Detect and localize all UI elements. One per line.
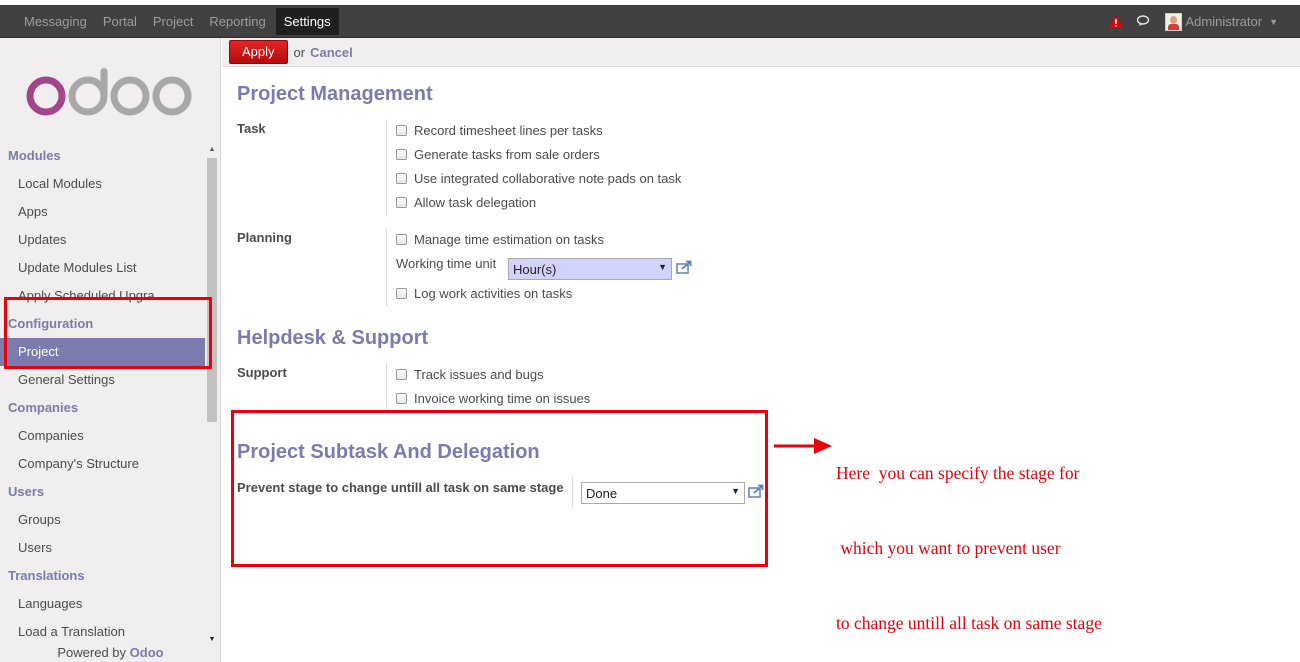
checkbox[interactable] (396, 393, 407, 404)
top-right-area: Administrator ▼ (1108, 5, 1278, 38)
cancel-link[interactable]: Cancel (310, 45, 353, 60)
option-label: Generate tasks from sale orders (414, 147, 600, 162)
sidebar-item-apply-scheduled-upgrades[interactable]: Apply Scheduled Upgra... (0, 282, 205, 310)
section-title-subtask: Project Subtask And Delegation (237, 441, 540, 463)
support-label: Support (237, 365, 287, 380)
user-name: Administrator (1185, 14, 1263, 29)
annotation-line: which you want to prevent user (836, 538, 1061, 558)
sidebar-item-company-structure[interactable]: Company's Structure (0, 450, 205, 478)
sidebar-item-update-modules-list[interactable]: Update Modules List (0, 254, 205, 282)
task-label: Task (237, 121, 266, 136)
option-label: Log work activities on tasks (414, 286, 573, 301)
prevent-stage-label: Prevent stage to change untill all task … (237, 480, 564, 495)
chat-icon[interactable] (1136, 14, 1151, 30)
menu-reporting[interactable]: Reporting (201, 5, 273, 38)
option-label: Invoice working time on issues (414, 391, 591, 406)
sidebar-section-modules: Modules (8, 148, 61, 163)
sidebar: Modules Local Modules Apps Updates Updat… (0, 38, 221, 662)
scrollbar-thumb[interactable] (207, 158, 217, 422)
option-label: Track issues and bugs (414, 367, 544, 382)
sidebar-section-configuration: Configuration (8, 316, 94, 331)
annotation-note: Here you can specify the stage for which… (836, 411, 1102, 661)
odoo-logo[interactable] (26, 68, 194, 123)
arrow-right-icon (774, 438, 832, 454)
menu-project[interactable]: Project (145, 5, 201, 38)
annotation-line: Here you can specify the stage for (836, 463, 1080, 483)
menu-messaging[interactable]: Messaging (0, 5, 95, 38)
settings-form: Project Management Task Record timesheet… (222, 67, 1300, 662)
action-bar: Apply or Cancel (222, 38, 1300, 67)
powered-by: Powered by Odoo (0, 645, 221, 660)
sidebar-item-general-settings[interactable]: General Settings (0, 366, 205, 394)
option-track-issues[interactable]: Track issues and bugs (396, 367, 544, 382)
sidebar-scrollbar[interactable]: ▲ ▼ (206, 144, 218, 646)
external-link-icon[interactable] (676, 260, 692, 277)
sidebar-item-languages[interactable]: Languages (0, 590, 205, 618)
checkbox[interactable] (396, 369, 407, 380)
avatar (1164, 12, 1182, 31)
divider (572, 476, 573, 508)
annotation-line: to change untill all task on same stage (836, 613, 1102, 633)
chevron-down-icon: ▼ (731, 486, 740, 496)
chevron-down-icon: ▼ (658, 262, 667, 272)
checkbox[interactable] (396, 173, 407, 184)
checkbox[interactable] (396, 288, 407, 299)
working-time-unit-select[interactable]: Hour(s) ▼ (508, 258, 672, 280)
sidebar-item-project[interactable]: Project (0, 338, 205, 366)
sidebar-section-users: Users (8, 484, 45, 499)
option-time-estimation[interactable]: Manage time estimation on tasks (396, 232, 604, 247)
working-time-label: Working time unit (396, 256, 496, 271)
option-label: Manage time estimation on tasks (414, 232, 605, 247)
sidebar-section-companies: Companies (8, 400, 79, 415)
divider (386, 363, 387, 411)
select-value: Hour(s) (513, 261, 557, 277)
option-generate-tasks[interactable]: Generate tasks from sale orders (396, 147, 600, 162)
user-menu[interactable]: Administrator ▼ (1164, 12, 1278, 31)
sidebar-item-groups[interactable]: Groups (0, 506, 205, 534)
external-link-icon[interactable] (748, 484, 764, 501)
sidebar-item-load-translation[interactable]: Load a Translation (0, 618, 205, 642)
option-task-delegation[interactable]: Allow task delegation (396, 195, 536, 210)
sidebar-item-apps[interactable]: Apps (0, 198, 205, 226)
divider (386, 228, 387, 306)
section-title-helpdesk: Helpdesk & Support (237, 327, 429, 349)
checkbox[interactable] (396, 234, 407, 245)
or-text: or (293, 44, 306, 60)
checkbox[interactable] (396, 197, 407, 208)
menu-portal[interactable]: Portal (95, 5, 145, 38)
sidebar-section-translations: Translations (8, 568, 85, 583)
top-menu: Messaging Portal Project Reporting Setti… (0, 5, 341, 38)
option-label: Record timesheet lines per tasks (414, 123, 603, 138)
checkbox[interactable] (396, 125, 407, 136)
warning-icon[interactable] (1108, 15, 1123, 28)
sidebar-item-companies[interactable]: Companies (0, 422, 205, 450)
sidebar-menu: Modules Local Modules Apps Updates Updat… (0, 142, 221, 642)
option-log-work[interactable]: Log work activities on tasks (396, 286, 572, 301)
option-label: Allow task delegation (414, 195, 537, 210)
field-label: Working time unit (396, 256, 497, 271)
select-value: Done (586, 485, 618, 501)
top-navbar: Messaging Portal Project Reporting Setti… (0, 0, 1300, 38)
option-invoice-working-time[interactable]: Invoice working time on issues (396, 391, 590, 406)
option-label: Use integrated collaborative note pads o… (414, 171, 682, 186)
prevent-stage-select[interactable]: Done ▼ (581, 482, 745, 504)
option-note-pads[interactable]: Use integrated collaborative note pads o… (396, 171, 681, 186)
checkbox[interactable] (396, 149, 407, 160)
option-record-timesheet[interactable]: Record timesheet lines per tasks (396, 123, 603, 138)
sidebar-item-users[interactable]: Users (0, 534, 205, 562)
menu-settings[interactable]: Settings (275, 8, 339, 35)
planning-label: Planning (237, 230, 292, 245)
powered-by-text: Powered by (57, 645, 127, 660)
chevron-down-icon: ▼ (1269, 16, 1278, 27)
sidebar-item-updates[interactable]: Updates (0, 226, 205, 254)
divider (386, 119, 387, 217)
top-navbar-inner: Messaging Portal Project Reporting Setti… (0, 5, 1300, 38)
section-title-project-management: Project Management (237, 83, 433, 105)
sidebar-item-local-modules[interactable]: Local Modules (0, 170, 205, 198)
scroll-up-icon[interactable]: ▲ (206, 144, 218, 156)
powered-by-brand[interactable]: Odoo (130, 645, 164, 660)
apply-button[interactable]: Apply (229, 40, 288, 64)
